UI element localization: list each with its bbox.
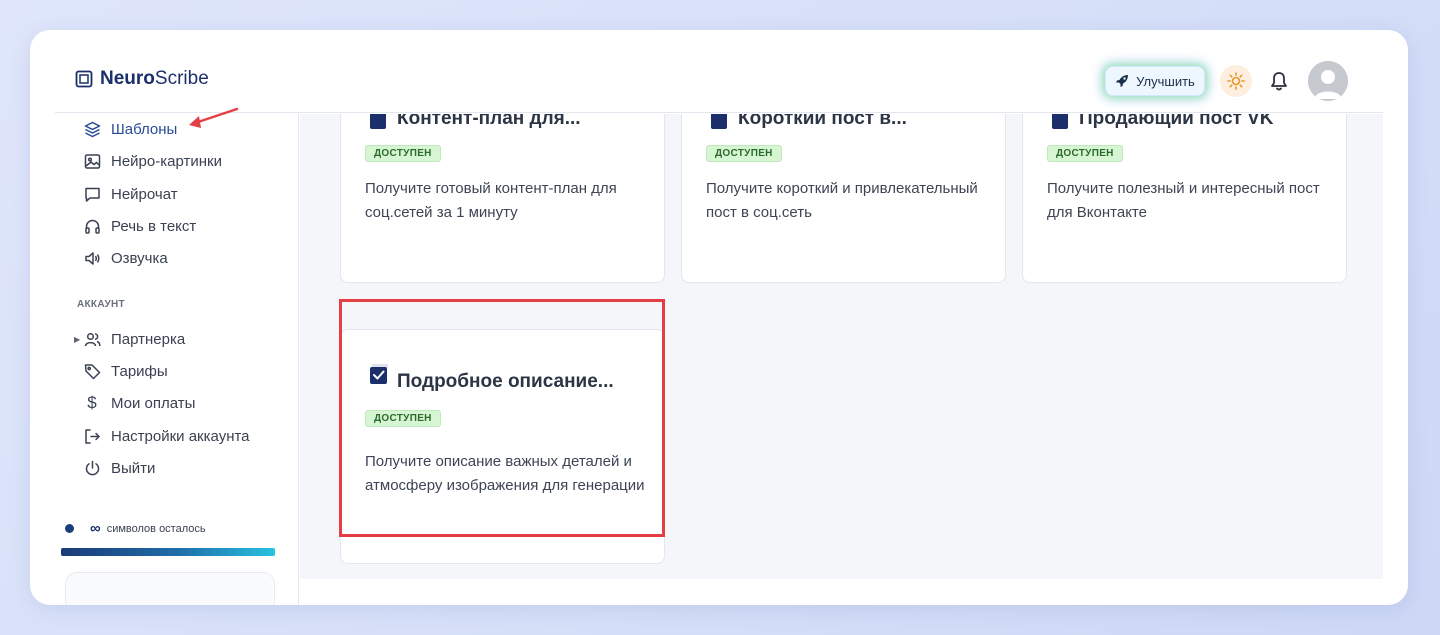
sidebar-item-tariffs[interactable]: Тарифы: [83, 360, 168, 382]
card-title: Продающий пост VK: [1079, 114, 1274, 129]
sidebar: Шаблоны Нейро-картинки Нейрочат Речь в т…: [55, 114, 299, 605]
status-badge: ДОСТУПЕН: [1047, 145, 1123, 162]
status-badge: ДОСТУПЕН: [365, 145, 441, 162]
sidebar-item-label: Тарифы: [111, 362, 168, 380]
dollar-icon: $: [87, 393, 97, 412]
checkbox-icon: [711, 114, 727, 129]
avatar[interactable]: [1308, 61, 1348, 101]
bell-icon[interactable]: [1268, 70, 1290, 92]
sidebar-item-label: Речь в текст: [111, 217, 197, 235]
sidebar-item-neurochat[interactable]: Нейрочат: [83, 183, 178, 205]
sidebar-item-label: Нейрочат: [111, 185, 178, 203]
sidebar-item-voiceover[interactable]: Озвучка: [83, 247, 168, 269]
sidebar-item-account-settings[interactable]: Настройки аккаунта: [83, 425, 250, 447]
sidebar-item-label: Мои оплаты: [111, 394, 196, 412]
card-description: Получите готовый контент-план для соц.се…: [365, 180, 617, 221]
sidebar-item-label: Нейро-картинки: [111, 152, 222, 170]
card-description: Получите полезный и интересный пост для …: [1047, 180, 1320, 221]
card-description: Получите короткий и привлекательный пост…: [706, 180, 978, 221]
sidebar-bottom-card[interactable]: [65, 572, 275, 605]
checkbox-icon: [370, 114, 386, 129]
sidebar-item-label: Партнерка: [111, 330, 186, 348]
sidebar-item-templates[interactable]: Шаблоны: [83, 118, 177, 140]
chars-remaining-label: символов осталось: [106, 522, 206, 535]
sidebar-item-label: Озвучка: [111, 249, 168, 267]
chars-remaining: ∞ символов осталось: [65, 520, 206, 537]
highlight-box: [339, 299, 665, 537]
template-card-short-post[interactable]: Короткий пост в... ДОСТУПЕН Получите кор…: [681, 114, 1006, 283]
sidebar-item-neuro-images[interactable]: Нейро-картинки: [83, 150, 222, 172]
sidebar-item-speech-to-text[interactable]: Речь в текст: [83, 215, 196, 237]
sun-icon: [1227, 72, 1245, 90]
status-badge: ДОСТУПЕН: [706, 145, 782, 162]
user-avatar-icon: [1308, 61, 1348, 101]
image-icon: [83, 152, 101, 170]
layers-icon: [83, 120, 101, 138]
power-icon: [83, 459, 101, 477]
sidebar-item-my-payments[interactable]: $ Мои оплаты: [83, 392, 195, 414]
headphones-icon: [83, 217, 101, 235]
annotation-arrow-icon: [189, 107, 239, 128]
chars-progress-bar: [61, 548, 275, 556]
template-card-content-plan[interactable]: Контент-план для... ДОСТУПЕН Получите го…: [340, 114, 665, 283]
chat-icon: [83, 185, 101, 203]
tag-icon: [83, 362, 101, 380]
upgrade-label: Улучшить: [1136, 73, 1195, 89]
infinity-symbol: ∞: [90, 520, 101, 537]
theme-toggle-button[interactable]: [1220, 65, 1252, 97]
account-section-label: АККАУНТ: [77, 299, 125, 310]
logo-text: NeuroScribe: [100, 68, 209, 89]
sidebar-item-partners[interactable]: Партнерка: [83, 328, 185, 350]
sidebar-item-logout[interactable]: Выйти: [83, 457, 155, 479]
checkbox-icon: [1052, 114, 1068, 129]
sidebar-item-label: Настройки аккаунта: [111, 427, 250, 445]
top-header: NeuroScribe Улучшить: [55, 30, 1383, 113]
logo-icon: [75, 70, 93, 88]
login-arrow-icon: [83, 427, 101, 445]
template-card-vk-sales-post[interactable]: Продающий пост VK ДОСТУПЕН Получите поле…: [1022, 114, 1347, 283]
logo[interactable]: NeuroScribe: [75, 68, 209, 90]
speaker-icon: [83, 249, 101, 267]
status-dot: [65, 524, 74, 533]
sidebar-item-label: Шаблоны: [111, 120, 178, 138]
caret-right-icon[interactable]: ▶: [74, 335, 80, 344]
app-window: NeuroScribe Улучшить Шаблоны Нейро-карти…: [30, 30, 1408, 605]
card-title: Короткий пост в...: [738, 114, 907, 129]
users-icon: [83, 330, 101, 348]
upgrade-button[interactable]: Улучшить: [1105, 66, 1205, 96]
rocket-icon: [1116, 75, 1129, 87]
sidebar-item-label: Выйти: [111, 459, 156, 477]
card-title: Контент-план для...: [397, 114, 581, 129]
